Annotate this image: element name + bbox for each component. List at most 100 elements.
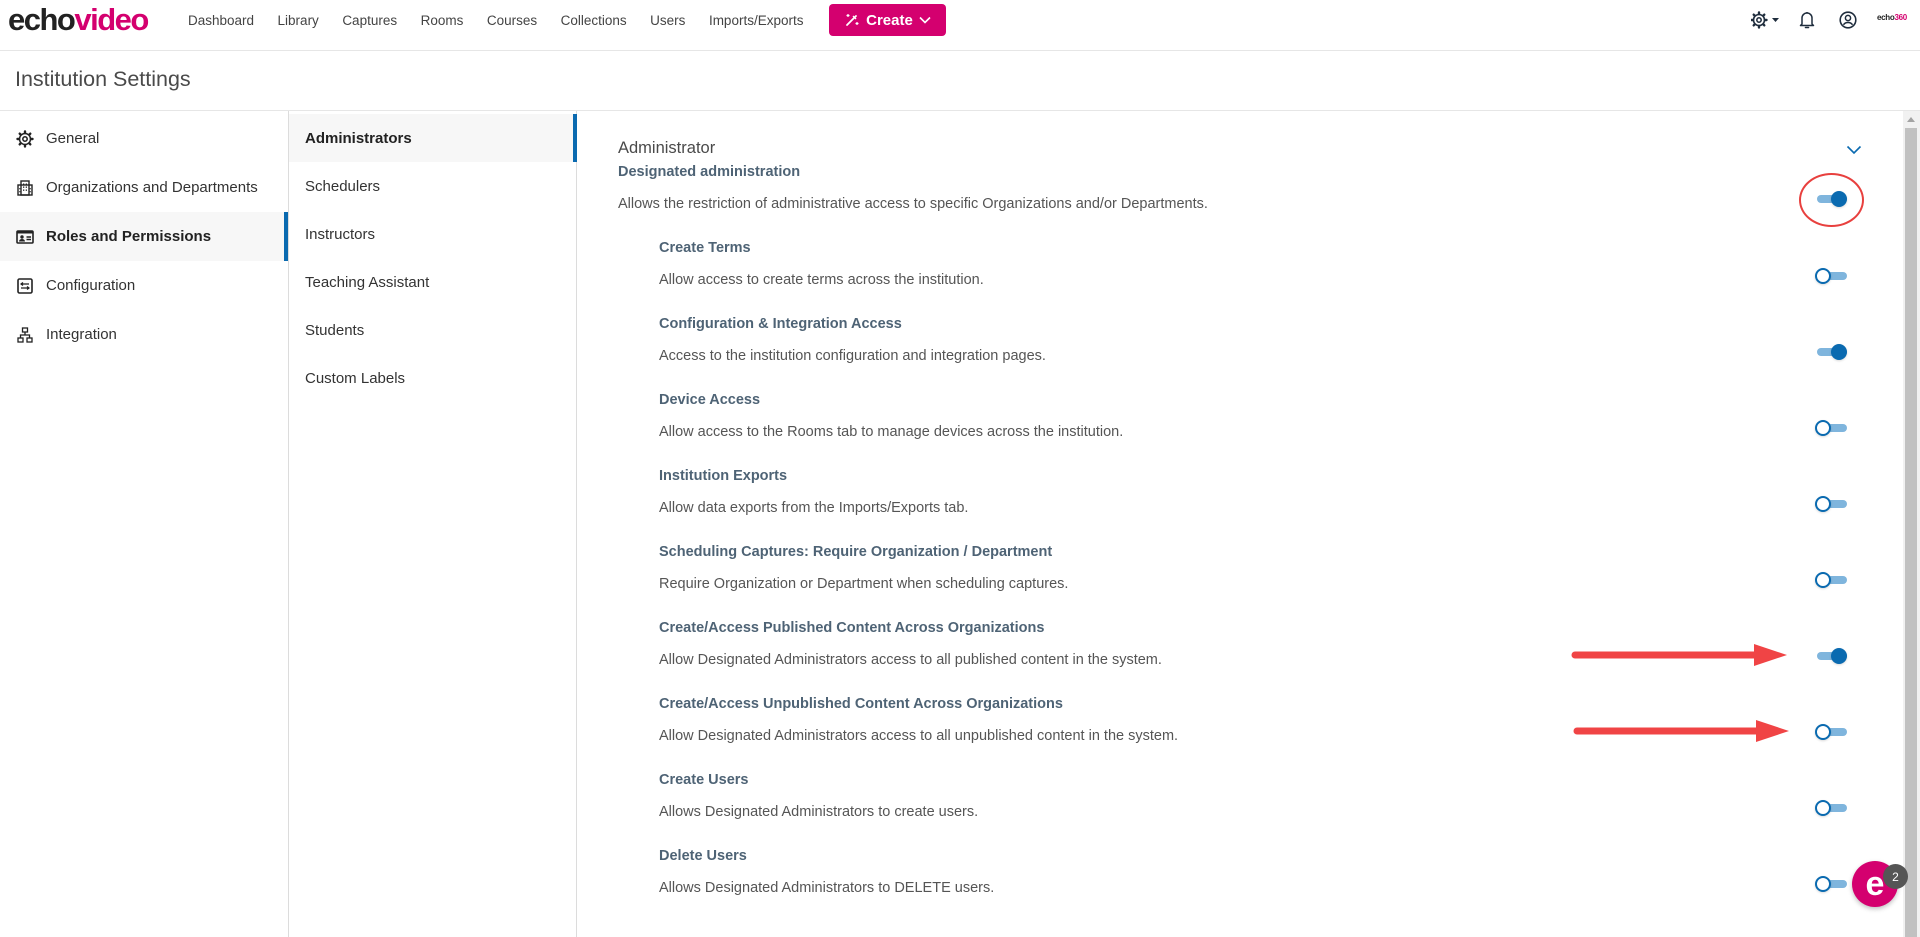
sidebar-item-organizations[interactable]: Organizations and Departments xyxy=(0,163,288,212)
subnav-item-custom-labels[interactable]: Custom Labels xyxy=(289,354,577,402)
toggle-knob xyxy=(1815,800,1831,816)
permission-description: Allow access to create terms across the … xyxy=(659,272,984,288)
id-card-icon xyxy=(15,227,35,247)
permission-toggle[interactable] xyxy=(1815,343,1849,361)
create-button-label: Create xyxy=(866,11,913,29)
nav-courses[interactable]: Courses xyxy=(487,13,537,28)
user-profile-button[interactable] xyxy=(1838,10,1858,35)
nav-captures[interactable]: Captures xyxy=(342,13,397,28)
permission-toggle[interactable] xyxy=(1815,267,1849,285)
scroll-up-arrow-icon[interactable] xyxy=(1907,117,1915,122)
create-button[interactable]: Create xyxy=(829,4,946,36)
subnav-item-teaching-assistant[interactable]: Teaching Assistant xyxy=(289,258,577,306)
echo360-text: echo xyxy=(1877,13,1895,22)
notifications-button[interactable] xyxy=(1798,10,1816,35)
main-nav: Dashboard Library Captures Rooms Courses… xyxy=(188,0,827,40)
nav-imports-exports[interactable]: Imports/Exports xyxy=(709,13,804,28)
nav-dashboard[interactable]: Dashboard xyxy=(188,13,254,28)
toggle-knob xyxy=(1831,648,1847,664)
sidebar-item-label: Integration xyxy=(46,326,117,343)
permission-description: Require Organization or Department when … xyxy=(659,576,1069,592)
permission-description: Allow Designated Administrators access t… xyxy=(659,652,1162,668)
page-title: Institution Settings xyxy=(15,67,191,91)
permission-toggle[interactable] xyxy=(1815,875,1849,893)
magic-wand-icon xyxy=(844,12,860,28)
nav-users[interactable]: Users xyxy=(650,13,685,28)
permission-title: Create Users xyxy=(659,772,749,788)
toggle-knob xyxy=(1831,344,1847,360)
permission-toggle[interactable] xyxy=(1815,495,1849,513)
toggle-knob xyxy=(1815,572,1831,588)
permission-description: Allow access to the Rooms tab to manage … xyxy=(659,424,1124,440)
permission-title: Device Access xyxy=(659,392,761,408)
sidebar-item-configuration[interactable]: Configuration xyxy=(0,261,288,310)
permission-description: Access to the institution configuration … xyxy=(659,348,1046,364)
nav-rooms[interactable]: Rooms xyxy=(421,13,464,28)
sidebar-item-general[interactable]: General xyxy=(0,114,288,163)
nav-collections[interactable]: Collections xyxy=(561,13,627,28)
sidebar-item-label: Organizations and Departments xyxy=(46,179,258,196)
permissions-panel: Administrator Designated administration A… xyxy=(578,111,1903,937)
permission-title: Scheduling Captures: Require Organizatio… xyxy=(659,544,1053,560)
toggle-knob xyxy=(1815,496,1831,512)
settings-sidebar: General Organizations and Departments Ro… xyxy=(0,111,288,937)
bell-icon xyxy=(1799,12,1815,29)
annotation-arrow xyxy=(1573,720,1789,742)
sidebar-item-label: Roles and Permissions xyxy=(46,228,212,245)
echo360-number: 360 xyxy=(1894,13,1907,22)
sliders-icon xyxy=(15,276,35,296)
echovideo-logo[interactable]: echovideo xyxy=(8,2,149,37)
gear-icon xyxy=(1750,11,1779,29)
sidebar-item-label: General xyxy=(46,130,100,147)
collapse-section-button[interactable] xyxy=(1846,142,1862,160)
permission-title: Designated administration xyxy=(618,164,801,180)
nav-library[interactable]: Library xyxy=(278,13,319,28)
toggle-knob xyxy=(1815,724,1831,740)
permission-description: Allows Designated Administrators to crea… xyxy=(659,804,979,820)
permission-title: Create/Access Unpublished Content Across… xyxy=(659,696,1063,712)
role-subnav: Administrators Schedulers Instructors Te… xyxy=(288,111,577,937)
annotation-circle xyxy=(1799,173,1864,227)
permission-title: Configuration & Integration Access xyxy=(659,316,902,332)
top-navigation-bar: echovideo Dashboard Library Captures Roo… xyxy=(0,0,1920,51)
annotation-arrow xyxy=(1571,644,1787,666)
section-title: Administrator xyxy=(618,139,716,157)
scrollbar-thumb[interactable] xyxy=(1905,128,1917,937)
subnav-item-students[interactable]: Students xyxy=(289,306,577,354)
gear-icon xyxy=(15,129,35,149)
sidebar-item-integration[interactable]: Integration xyxy=(0,310,288,359)
network-icon xyxy=(15,325,35,345)
chat-notification-badge: 2 xyxy=(1883,864,1908,889)
permission-title: Institution Exports xyxy=(659,468,788,484)
sidebar-item-roles-permissions[interactable]: Roles and Permissions xyxy=(0,212,288,261)
logo-text-echo: echo xyxy=(8,2,76,37)
content-scrollbar[interactable] xyxy=(1903,111,1920,937)
permission-toggle[interactable] xyxy=(1815,647,1849,665)
permission-title: Delete Users xyxy=(659,848,747,864)
logo-text-video: video xyxy=(74,2,149,37)
permission-description: Allow Designated Administrators access t… xyxy=(659,728,1179,744)
permission-toggle[interactable] xyxy=(1815,419,1849,437)
page-title-bar: Institution Settings xyxy=(0,51,1920,111)
permission-toggle[interactable] xyxy=(1815,723,1849,741)
sidebar-item-label: Configuration xyxy=(46,277,136,294)
chevron-down-icon xyxy=(919,16,931,24)
toggle-knob xyxy=(1815,420,1831,436)
toggle-knob xyxy=(1815,268,1831,284)
subnav-item-schedulers[interactable]: Schedulers xyxy=(289,162,577,210)
echo360-logo: echo360 xyxy=(1877,13,1907,22)
permission-toggle[interactable] xyxy=(1815,799,1849,817)
chat-e-icon: e xyxy=(1865,865,1885,903)
subnav-item-instructors[interactable]: Instructors xyxy=(289,210,577,258)
toggle-knob xyxy=(1815,876,1831,892)
permission-title: Create Terms xyxy=(659,240,751,256)
chevron-down-icon xyxy=(1846,145,1862,155)
caret-down-icon xyxy=(1772,18,1779,22)
subnav-item-administrators[interactable]: Administrators xyxy=(289,114,577,162)
permission-toggle[interactable] xyxy=(1815,571,1849,589)
permission-description: Allows the restriction of administrative… xyxy=(618,196,1208,212)
permission-description: Allow data exports from the Imports/Expo… xyxy=(659,500,969,516)
building-icon xyxy=(15,178,35,198)
settings-menu-button[interactable] xyxy=(1750,10,1783,35)
permission-description: Allows Designated Administrators to DELE… xyxy=(659,880,995,896)
